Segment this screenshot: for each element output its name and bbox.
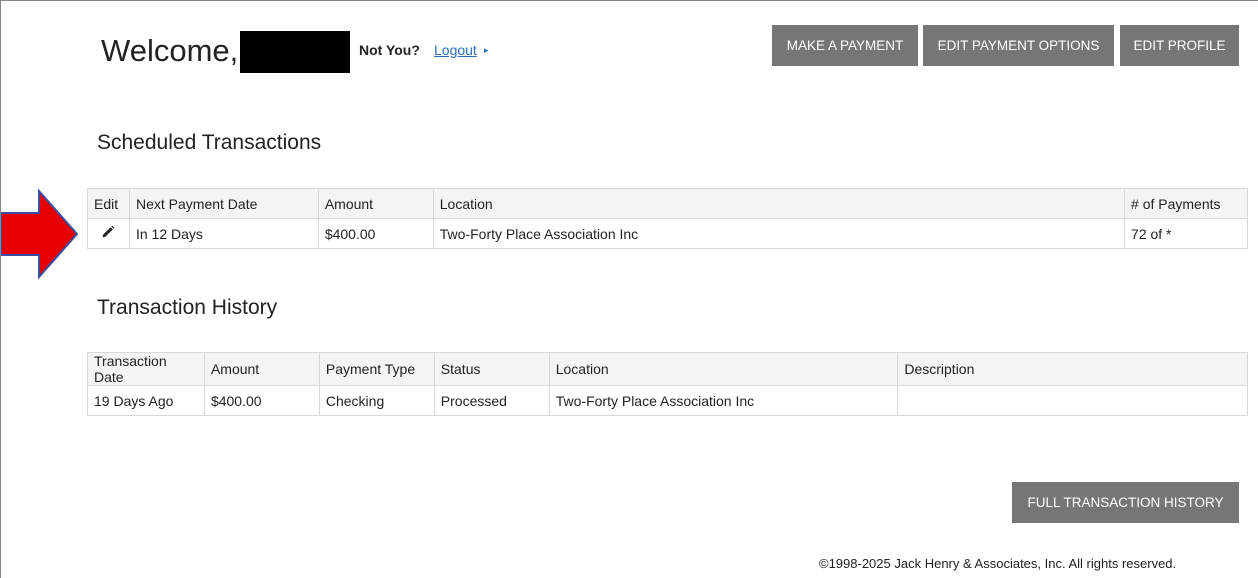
table-header-row: Transaction Date Amount Payment Type Sta… [87,352,1248,386]
welcome-heading: Welcome, [101,27,351,73]
status-cell: Processed [433,385,550,416]
edit-cell [87,218,130,249]
scheduled-transactions-table: Edit Next Payment Date Amount Location #… [87,188,1248,249]
column-header-status: Status [433,352,550,386]
make-payment-button[interactable]: MAKE A PAYMENT [772,25,918,66]
column-header-amount: Amount [203,352,320,386]
transaction-date-cell: 19 Days Ago [87,385,205,416]
scheduled-transactions-title: Scheduled Transactions [97,131,322,154]
transaction-history-table: Transaction Date Amount Payment Type Sta… [87,352,1248,416]
edit-profile-button[interactable]: EDIT PROFILE [1120,25,1239,66]
column-header-location: Location [548,352,899,386]
location-cell: Two-Forty Place Association Inc [432,218,1126,249]
welcome-text: Welcome, [101,33,239,68]
copyright-footer: ©1998-2025 Jack Henry & Associates, Inc.… [819,556,1177,571]
column-header-next-payment-date: Next Payment Date [128,188,319,219]
column-header-payment-type: Payment Type [318,352,435,386]
table-header-row: Edit Next Payment Date Amount Location #… [87,188,1248,219]
column-header-location: Location [432,188,1126,219]
pencil-icon[interactable] [101,225,115,242]
column-header-edit: Edit [87,188,130,219]
column-header-number-of-payments: # of Payments [1124,188,1248,219]
payment-type-cell: Checking [318,385,435,416]
amount-cell: $400.00 [203,385,320,416]
transaction-history-title: Transaction History [97,296,278,319]
payments-count-cell: 72 of * [1124,218,1248,249]
edit-payment-options-button[interactable]: EDIT PAYMENT OPTIONS [923,25,1114,66]
column-header-amount: Amount [317,188,434,219]
not-you-label: Not You? [359,42,420,58]
full-transaction-history-button[interactable]: FULL TRANSACTION HISTORY [1012,482,1239,523]
column-header-transaction-date: Transaction Date [87,352,205,386]
location-cell: Two-Forty Place Association Inc [548,385,899,416]
amount-cell: $400.00 [317,218,434,249]
column-header-description: Description [897,352,1248,386]
table-row: In 12 Days $400.00 Two-Forty Place Assoc… [87,218,1248,249]
caret-right-icon: ▸ [484,45,489,55]
redacted-name [240,31,351,73]
table-row: 19 Days Ago $400.00 Checking Processed T… [87,385,1248,416]
page: Welcome, Not You? Logout ▸ MAKE A PAYMEN… [0,0,1258,578]
red-arrow-icon [1,189,79,279]
next-payment-date-cell: In 12 Days [128,218,319,249]
description-cell [897,385,1248,416]
logout-link[interactable]: Logout [434,42,477,58]
